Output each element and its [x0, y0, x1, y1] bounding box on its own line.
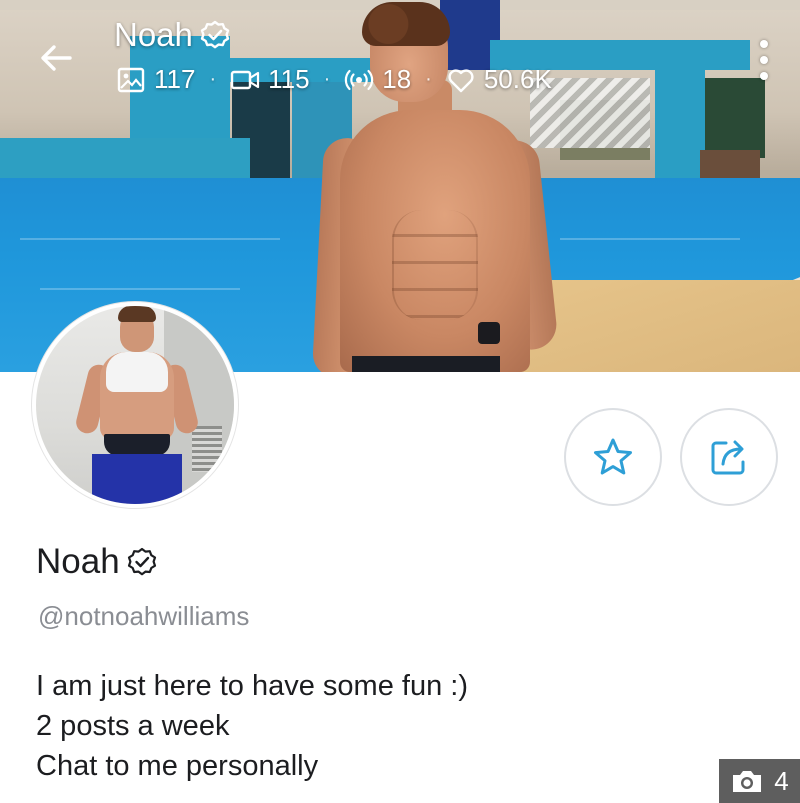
heart-icon	[448, 68, 474, 92]
cover-window	[705, 78, 765, 158]
stat-videos[interactable]: 115	[230, 64, 310, 95]
profile-handle: @notnoahwilliams	[38, 601, 250, 631]
star-icon	[594, 438, 632, 475]
bio-line: I am just here to have some fun :)	[36, 670, 468, 702]
profile-name-text: Noah	[36, 542, 120, 581]
video-icon	[230, 70, 260, 89]
stats-row: 117 · 115 · 18 · 50.6K	[116, 64, 552, 95]
stat-separator: ·	[209, 68, 217, 90]
stat-streams-value: 18	[382, 64, 412, 94]
cover-person-watch	[478, 322, 500, 344]
avatar-person-top	[106, 352, 168, 392]
profile-bio: I am just here to have some fun :) 2 pos…	[36, 666, 468, 786]
pool-ripple	[40, 288, 240, 290]
stat-likes[interactable]: 50.6K	[446, 64, 552, 95]
header-title: Noah	[114, 16, 231, 54]
back-button[interactable]	[36, 38, 76, 78]
share-button[interactable]	[680, 408, 778, 506]
image-icon	[117, 67, 145, 92]
stat-likes-value: 50.6K	[483, 64, 552, 94]
profile-name: Noah	[36, 542, 158, 582]
more-dot	[760, 56, 768, 64]
stat-videos-value: 115	[268, 64, 310, 94]
bio-line: 2 posts a week	[36, 710, 230, 742]
photo-counter-value: 4	[774, 765, 789, 796]
stat-separator: ·	[425, 68, 432, 90]
more-dot	[760, 40, 768, 48]
cover-person-hair	[362, 2, 450, 46]
stat-images[interactable]: 117	[116, 64, 195, 95]
favorite-button[interactable]	[564, 408, 662, 506]
verified-badge-icon	[200, 20, 230, 49]
share-icon	[711, 440, 745, 475]
stat-streams[interactable]: 18	[344, 64, 411, 95]
arrow-left-icon	[41, 45, 72, 71]
stat-separator: ·	[323, 68, 331, 90]
more-options-button[interactable]	[756, 40, 772, 80]
avatar-photo	[36, 306, 234, 504]
camera-icon	[733, 771, 762, 792]
pool-ripple	[560, 238, 740, 240]
avatar-person-brief	[104, 434, 170, 456]
pool-ripple	[20, 238, 280, 240]
photo-counter[interactable]: 4	[719, 759, 800, 803]
avatar-bg-vent	[192, 426, 222, 472]
header-title-text: Noah	[114, 16, 193, 53]
avatar[interactable]	[32, 302, 238, 508]
avatar-person-shorts	[92, 454, 182, 504]
cover-building	[0, 138, 250, 182]
more-dot	[760, 72, 768, 80]
broadcast-icon	[345, 69, 374, 90]
stat-images-value: 117	[154, 64, 196, 94]
bio-line: Chat to me personally	[36, 750, 319, 782]
cover-person-abs	[392, 210, 478, 320]
cover-person-shorts	[352, 356, 500, 372]
avatar-person-hair	[118, 306, 156, 322]
verified-badge-icon	[127, 547, 156, 576]
